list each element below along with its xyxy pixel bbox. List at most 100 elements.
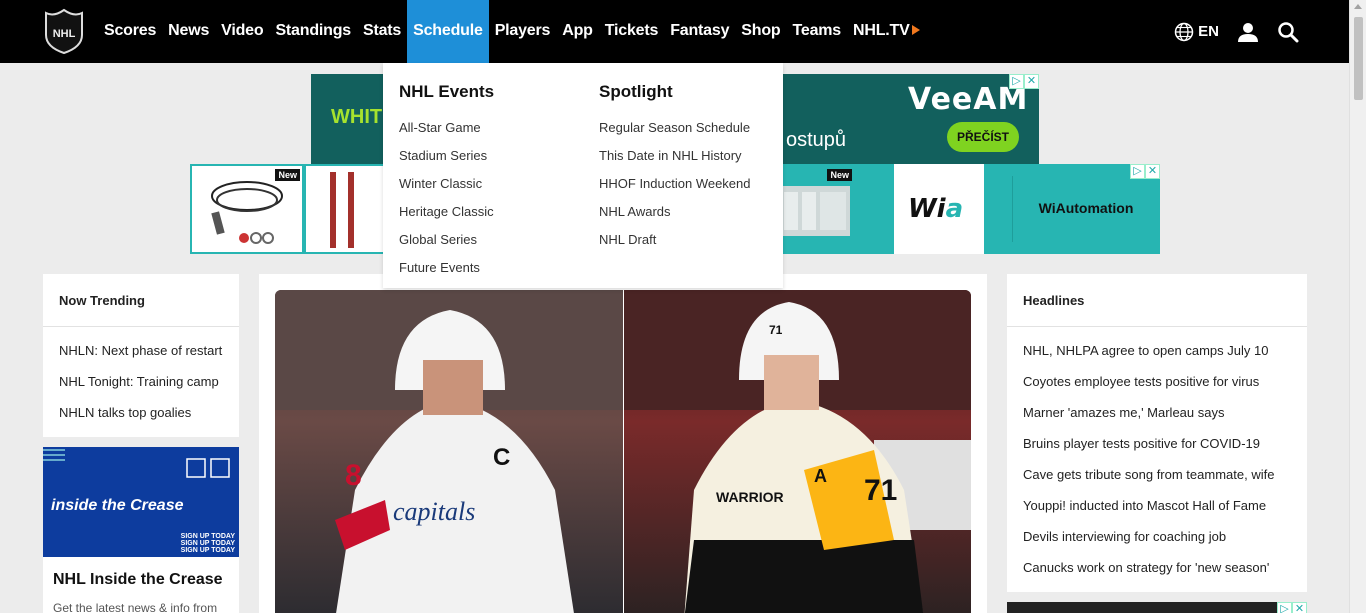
- now-trending-panel: Now Trending NHLN: Next phase of restart…: [43, 274, 239, 437]
- decorative-stripes: [43, 449, 65, 464]
- headline-link[interactable]: Marner 'amazes me,' Marleau says: [1023, 397, 1291, 428]
- nhl-events-column: NHL Events All-Star Game Stadium Series …: [399, 82, 494, 282]
- sign-up-line: SIGN UP TODAY: [180, 547, 235, 554]
- nav-shop[interactable]: Shop: [735, 0, 786, 63]
- ad-product-card[interactable]: [306, 166, 386, 252]
- inside-the-crease-banner[interactable]: inside the Crease SIGN UP TODAY SIGN UP …: [43, 447, 239, 557]
- ad-info-icon[interactable]: ▷: [1277, 602, 1292, 613]
- sign-up-line: SIGN UP TODAY: [180, 540, 235, 547]
- team-wordmark: capitals: [393, 497, 475, 526]
- jersey-number: 8: [345, 459, 362, 492]
- headline-link[interactable]: NHL, NHLPA agree to open camps July 10: [1023, 335, 1291, 366]
- ad-cta-button[interactable]: PŘEČÍST: [947, 122, 1019, 152]
- sidebar-ad-banner[interactable]: ▷ ✕: [1007, 602, 1307, 613]
- ad-product-card[interactable]: New: [780, 166, 862, 252]
- ad-close-icon[interactable]: ✕: [1024, 74, 1039, 89]
- ad-info-icon[interactable]: ▷: [1130, 164, 1145, 179]
- headline-link[interactable]: Devils interviewing for coaching job: [1023, 521, 1291, 552]
- nav-stats[interactable]: Stats: [357, 0, 407, 63]
- language-label: EN: [1198, 23, 1219, 40]
- search-icon[interactable]: [1277, 21, 1299, 43]
- scroll-thumb[interactable]: [1354, 17, 1363, 100]
- player-photo-right: A 71 71 WARRIOR: [624, 290, 971, 613]
- menu-item-regular-season-schedule[interactable]: Regular Season Schedule: [599, 114, 751, 142]
- new-badge: New: [827, 169, 852, 181]
- headline-link[interactable]: Coyotes employee tests positive for viru…: [1023, 366, 1291, 397]
- trending-link[interactable]: NHLN talks top goalies: [59, 397, 223, 428]
- nav-utilities: EN: [1174, 0, 1299, 63]
- nhl-logo[interactable]: NHL: [42, 7, 86, 55]
- nav-players[interactable]: Players: [489, 0, 557, 63]
- nav-tickets[interactable]: Tickets: [599, 0, 664, 63]
- trending-link[interactable]: NHL Tonight: Training camp: [59, 366, 223, 397]
- featured-story-card: 8 C capitals A 71 71 WARRIOR: [259, 274, 987, 613]
- menu-item-hhof-induction-weekend[interactable]: HHOF Induction Weekend: [599, 170, 751, 198]
- scroll-up-arrow-icon[interactable]: [1354, 4, 1362, 9]
- nav-teams[interactable]: Teams: [786, 0, 847, 63]
- sign-up-line: SIGN UP TODAY: [180, 533, 235, 540]
- top-nav: NHL Scores News Video Standings Stats Sc…: [0, 0, 1349, 63]
- menu-item-nhl-draft[interactable]: NHL Draft: [599, 226, 751, 254]
- menu-item-nhl-awards[interactable]: NHL Awards: [599, 198, 751, 226]
- ad-choices[interactable]: ▷ ✕: [1130, 164, 1160, 179]
- trending-link[interactable]: NHLN: Next phase of restart: [59, 335, 223, 366]
- user-icon[interactable]: [1237, 21, 1259, 43]
- headline-link[interactable]: Cave gets tribute song from teammate, wi…: [1023, 459, 1291, 490]
- crease-banner-title: inside the Crease: [51, 497, 184, 514]
- page-scrollbar[interactable]: [1349, 0, 1366, 613]
- nav-app[interactable]: App: [556, 0, 599, 63]
- wia-logo-card[interactable]: Wia: [894, 164, 984, 254]
- headline-link[interactable]: Bruins player tests positive for COVID-1…: [1023, 428, 1291, 459]
- malkin-photo: A 71 71 WARRIOR: [624, 290, 971, 613]
- menu-item-global-series[interactable]: Global Series: [399, 226, 494, 254]
- nav-news[interactable]: News: [162, 0, 215, 63]
- ad-choices[interactable]: ▷ ✕: [1277, 602, 1307, 613]
- hero-image[interactable]: 8 C capitals A 71 71 WARRIOR: [275, 290, 971, 613]
- play-triangle-icon: [911, 24, 920, 35]
- alternate-captain-letter: A: [814, 466, 827, 486]
- helmet-number: 71: [769, 323, 783, 337]
- headline-link[interactable]: Canucks work on strategy for 'new season…: [1023, 552, 1291, 583]
- menu-item-this-date-in-nhl-history[interactable]: This Date in NHL History: [599, 142, 751, 170]
- ad-info-icon[interactable]: ▷: [1009, 74, 1024, 89]
- nav-nhltv-label: NHL.TV: [853, 22, 910, 39]
- menu-item-heritage-classic[interactable]: Heritage Classic: [399, 198, 494, 226]
- crease-card-subtitle: Get the latest news & info from: [53, 601, 218, 613]
- nav-fantasy[interactable]: Fantasy: [664, 0, 735, 63]
- headlines-list: NHL, NHLPA agree to open camps July 10 C…: [1007, 327, 1307, 583]
- glove-brand: WARRIOR: [716, 489, 784, 505]
- language-selector[interactable]: EN: [1174, 22, 1219, 42]
- wia-logo-text: Wi: [908, 194, 946, 224]
- crease-sign-up: SIGN UP TODAY SIGN UP TODAY SIGN UP TODA…: [181, 533, 235, 554]
- headlines-panel: Headlines NHL, NHLPA agree to open camps…: [1007, 274, 1307, 592]
- nav-video[interactable]: Video: [215, 0, 269, 63]
- menu-item-stadium-series[interactable]: Stadium Series: [399, 142, 494, 170]
- menu-item-winter-classic[interactable]: Winter Classic: [399, 170, 494, 198]
- nav-schedule[interactable]: Schedule: [407, 0, 489, 63]
- ad-text-left: WHIT: [331, 106, 383, 128]
- ad-text-mid: ostupů: [786, 129, 847, 151]
- nav-standings[interactable]: Standings: [269, 0, 357, 63]
- jersey-number: 71: [864, 474, 897, 507]
- schedule-dropdown-menu: NHL Events All-Star Game Stadium Series …: [383, 63, 783, 288]
- ad-close-icon[interactable]: ✕: [1145, 164, 1160, 179]
- logo-text: NHL: [53, 28, 76, 40]
- nav-scores[interactable]: Scores: [98, 0, 162, 63]
- ad-choices[interactable]: ▷ ✕: [1009, 74, 1039, 89]
- globe-icon: [1174, 22, 1194, 41]
- headline-link[interactable]: Youppi! inducted into Mascot Hall of Fam…: [1023, 490, 1291, 521]
- spotlight-heading: Spotlight: [599, 82, 673, 101]
- wiautomation-label: WiAutomation: [1038, 200, 1134, 216]
- nav-nhltv[interactable]: NHL.TV: [847, 0, 926, 63]
- ad-product-card[interactable]: New: [192, 166, 302, 252]
- ad-close-icon[interactable]: ✕: [1292, 602, 1307, 613]
- crease-card-title[interactable]: NHL Inside the Crease: [53, 571, 229, 589]
- menu-item-all-star-game[interactable]: All-Star Game: [399, 114, 494, 142]
- wia-logo-accent: a: [945, 194, 964, 224]
- ovechkin-photo: 8 C capitals: [275, 290, 623, 613]
- now-trending-title: Now Trending: [43, 274, 239, 327]
- menu-item-future-events[interactable]: Future Events: [399, 254, 494, 282]
- wia-logo: Wia: [908, 194, 963, 224]
- inside-the-crease-card[interactable]: NHL Inside the Crease Get the latest new…: [43, 557, 239, 613]
- trending-list: NHLN: Next phase of restart NHL Tonight:…: [43, 327, 239, 428]
